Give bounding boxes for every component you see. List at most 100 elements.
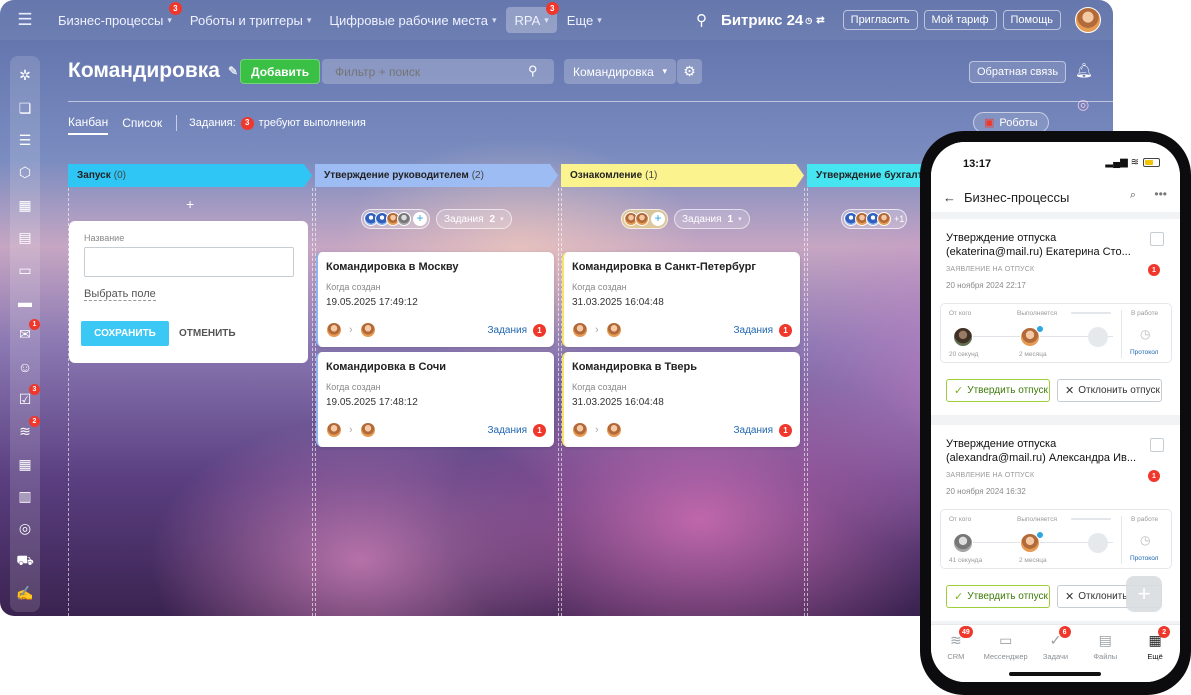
responsible-avatars[interactable]: + [361,209,430,229]
help-button[interactable]: Помощь [1002,10,1061,30]
approve-button[interactable]: ✓ Утвердить отпуск [946,585,1050,608]
card-flow: › [326,422,376,438]
calendar-icon[interactable]: ▦ [13,191,37,219]
user-avatar[interactable] [1075,7,1101,33]
sign-document-icon[interactable]: ✍ [13,580,37,608]
tab-kanban[interactable]: Канбан [68,115,109,135]
deal-card[interactable]: Командировка в Москву Когда создан 19.05… [316,252,554,347]
sidebar-glyph: ☑ [18,390,32,407]
choose-field-link[interactable]: Выбрать поле [84,288,156,301]
tasks-chip-count: 2 [489,213,496,225]
sidebar-glyph: ⛟ [16,551,34,568]
cart-icon[interactable]: ⛟ [13,547,37,575]
tasks-icon[interactable]: ☑ 3 [13,383,40,414]
card-date: 31.03.2025 16:04:48 [572,297,664,308]
hexagon-icon[interactable]: ⬡ [13,159,37,187]
save-button[interactable]: СОХРАНИТЬ [81,321,169,346]
document-icon[interactable]: ▤ [13,224,37,252]
tariff-button[interactable]: Мой тариф [923,10,997,30]
avatar [877,212,891,226]
tab-more-grid[interactable]: ▦ Ещё 2 [1130,625,1180,682]
deal-card[interactable]: Командировка в Санкт-Петербург Когда соз… [562,252,800,347]
card-title[interactable]: Командировка в Тверь [572,361,697,373]
nav-rpa[interactable]: RPA ▾ 3 [506,2,559,33]
responsible-avatars[interactable]: +1 [841,209,908,229]
menu-icon[interactable]: ☰ [0,0,50,40]
invite-button[interactable]: Пригласить [842,10,918,30]
protocol-link[interactable]: Протокол [1130,555,1158,562]
feedback-button[interactable]: Обратная связь [969,61,1067,83]
search-icon[interactable]: ⚲ [696,11,707,29]
process-title[interactable]: Утверждение отпуска (alexandra@mail.ru) … [946,437,1146,465]
tasks-counter[interactable]: Задания: 3 требуют выполнения [189,116,366,134]
workflow-timeline: От кого Выполняется В работе ◷ 41 секунд… [940,509,1172,569]
pencil-icon[interactable]: ✎ [228,64,238,78]
process-item[interactable]: Утверждение отпуска (ekaterina@mail.ru) … [931,219,1180,415]
more-dots-icon[interactable]: ••• [1154,187,1167,201]
target-icon[interactable]: ◎ [13,515,37,543]
process-select[interactable]: Командировка ▾ [564,59,676,84]
puzzle-icon[interactable]: ✲ [13,62,37,90]
nav-more[interactable]: Еще ▾ [559,7,610,33]
add-button[interactable]: Добавить [240,59,321,84]
planner-icon[interactable]: ▦ [13,450,37,478]
store-icon[interactable]: ▥ [13,483,37,511]
funnel-icon[interactable]: ≋ 2 [13,415,40,446]
nav-digital-workplaces[interactable]: Цифровые рабочие места ▾ [321,7,504,33]
robot-search-icon[interactable]: ⌕ [1130,189,1136,202]
status-dot-icon [1036,325,1044,333]
cancel-button[interactable]: ОТМЕНИТЬ [179,321,236,346]
back-arrow-icon[interactable]: ← [943,190,956,205]
tasks-chip-count: 1 [727,213,734,225]
tab-crm-funnel[interactable]: ≋ CRM 49 [931,625,981,682]
add-user-icon[interactable]: + [413,212,427,226]
contacts-icon[interactable]: ☺ [13,353,37,381]
filter-search-input[interactable] [322,59,554,84]
name-input[interactable] [84,247,294,277]
feed-icon[interactable]: ☰ [13,127,37,155]
top-bar: ☰ Бизнес-процессы ▾ 3 Роботы и триггеры ▾ Ц… [0,0,1113,40]
deal-card[interactable]: Командировка в Тверь Когда создан 31.03.… [562,352,800,447]
robots-button[interactable]: ▣ Роботы [973,112,1049,133]
card-title[interactable]: Командировка в Сочи [326,361,446,373]
pending-step [1088,327,1108,347]
tasks-prefix: Задания: [189,117,236,129]
card-tasks-link[interactable]: Задания 1 [733,424,792,437]
nav-robots-triggers[interactable]: Роботы и триггеры ▾ [182,7,319,33]
add-item-plus-icon[interactable]: + [186,196,194,212]
column-tools-review: + Задания 1 ▾ [621,209,750,229]
card-tasks-link[interactable]: Задания 1 [733,324,792,337]
card-tasks-link[interactable]: Задания 1 [487,324,546,337]
process-title[interactable]: Утверждение отпуска (ekaterina@mail.ru) … [946,231,1146,259]
card-title[interactable]: Командировка в Санкт-Петербург [572,261,756,273]
card-tasks-link[interactable]: Задания 1 [487,424,546,437]
select-checkbox[interactable] [1150,232,1164,246]
notification-ring-icon[interactable]: ◎ [1077,96,1089,113]
gear-icon[interactable]: ⚙ [677,59,702,84]
column-header-review[interactable]: Ознакомление (1) [561,164,804,187]
select-checkbox[interactable] [1150,438,1164,452]
card-title[interactable]: Командировка в Москву [326,261,458,273]
switch-icon[interactable]: ⇄ [816,15,824,26]
presentation-icon[interactable]: ▭ [13,256,37,284]
nav-business-processes[interactable]: Бизнес-процессы ▾ 3 [50,2,182,33]
add-user-icon[interactable]: + [651,212,665,226]
responsible-avatars[interactable]: + [621,209,668,229]
protocol-link[interactable]: Протокол [1130,349,1158,356]
chat-icon[interactable]: ❏ [13,94,37,122]
search-icon[interactable]: ⚲ [528,63,538,79]
card-field-label: Когда создан [326,282,381,292]
column-tasks-chip[interactable]: Задания 2 ▾ [436,209,512,229]
bell-icon[interactable]: 🔔︎ [1075,62,1093,79]
deal-card[interactable]: Командировка в Сочи Когда создан 19.05.2… [316,352,554,447]
executing-label: Выполняется [1017,310,1057,317]
column-tasks-chip[interactable]: Задания 1 ▾ [674,209,750,229]
approve-button[interactable]: ✓ Утвердить отпуск [946,379,1050,402]
column-header-manager-approval[interactable]: Утверждение руководителем (2) [315,164,558,187]
column-header-start[interactable]: Запуск (0) [68,164,312,187]
reject-button[interactable]: ✕ Отклонить отпуск [1057,379,1162,402]
mail-icon[interactable]: ✉ 1 [13,318,40,349]
tab-list[interactable]: Список [122,116,162,134]
add-fab-button[interactable]: + [1126,576,1162,612]
drive-icon[interactable]: ▬ [13,289,37,317]
